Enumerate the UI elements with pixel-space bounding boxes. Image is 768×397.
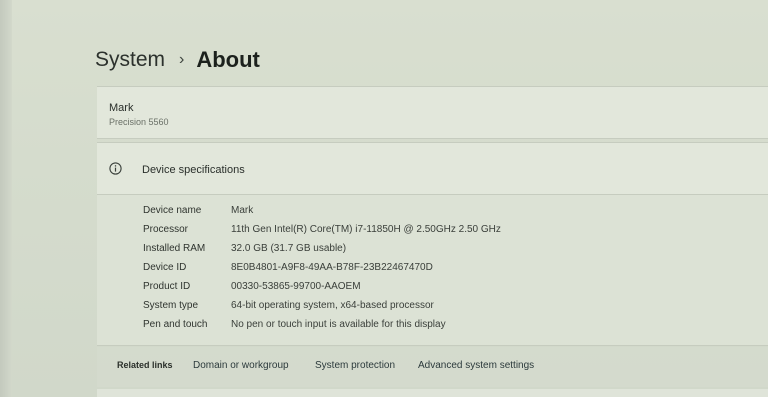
spec-label: Pen and touch [143,319,208,330]
device-model: Precision 5560 [109,117,169,127]
chevron-right-icon: › [179,51,185,68]
window-edge [0,0,12,397]
domain-or-workgroup-link[interactable]: Domain or workgroup [193,360,289,371]
specs-title: Device specifications [142,164,245,176]
spec-label: Device ID [143,262,187,273]
advanced-system-settings-link[interactable]: Advanced system settings [418,360,534,371]
spec-value: 11th Gen Intel(R) Core(TM) i7-11850H @ 2… [231,224,501,235]
device-name: Mark [109,102,134,114]
system-protection-link[interactable]: System protection [315,360,395,371]
related-links-label: Related links [117,360,173,370]
spec-value: No pen or touch input is available for t… [231,319,446,330]
spec-value: Mark [231,205,254,216]
spec-label: Processor [143,224,189,235]
spec-value: 8E0B4801-A9F8-49AA-B78F-23B22467470D [231,262,433,273]
spec-label: Installed RAM [143,243,206,254]
spec-value: 32.0 GB (31.7 GB usable) [231,243,347,254]
related-links-bar: Related links Domain or workgroup System… [97,347,768,387]
device-specifications-header[interactable]: Device specifications [97,142,768,195]
spec-value: 64-bit operating system, x64-based proce… [231,300,434,311]
spec-label: Device name [143,205,202,216]
device-rename-card[interactable]: Mark Precision 5560 [97,86,768,139]
info-icon [109,162,122,175]
next-card-edge [97,389,768,397]
spec-label: System type [143,300,199,311]
spec-label: Product ID [143,281,191,292]
breadcrumb: System › About [95,44,260,76]
specs-list: Device name Mark Processor 11th Gen Inte… [97,194,768,346]
spec-value: 00330-53865-99700-AAOEM [231,281,361,292]
breadcrumb-system-link[interactable]: System [95,48,165,72]
page-title: About [196,47,260,72]
